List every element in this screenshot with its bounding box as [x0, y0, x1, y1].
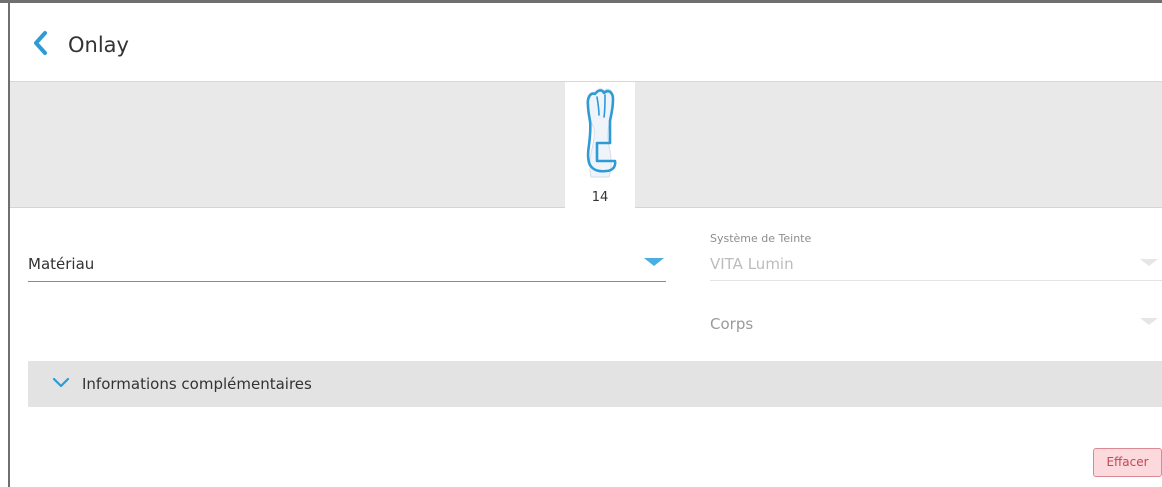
caret-down-icon [1140, 318, 1158, 325]
back-button[interactable] [30, 29, 52, 57]
tooth-strip: 14 [10, 82, 1162, 208]
additional-info-toggle[interactable]: Informations complémentaires [28, 361, 1162, 407]
shade-system-value: VITA Lumin [710, 255, 794, 273]
caret-down-icon [644, 258, 664, 266]
material-select[interactable]: Matériau [28, 238, 666, 282]
shade-system-select: Système de Teinte VITA Lumin [710, 226, 1162, 281]
tooth-icon [586, 88, 617, 178]
chevron-left-icon [34, 31, 47, 55]
page-title: Onlay [68, 33, 129, 57]
tooth-card-14[interactable]: 14 [565, 82, 635, 208]
header-bar: Onlay [10, 3, 1162, 82]
material-select-value: Matériau [28, 255, 95, 273]
tooth-number: 14 [591, 190, 609, 205]
body-shade-select[interactable]: Corps [710, 302, 1162, 366]
shade-system-label: Système de Teinte [710, 232, 812, 245]
clear-button[interactable]: Effacer [1093, 448, 1162, 477]
additional-info-label: Informations complémentaires [82, 375, 312, 393]
app-frame: Onlay 14 Matériau Système de Teinte VITA… [0, 0, 1162, 487]
chevron-down-icon [52, 377, 70, 388]
caret-down-icon [1140, 259, 1158, 266]
body-shade-value: Corps [710, 315, 754, 333]
